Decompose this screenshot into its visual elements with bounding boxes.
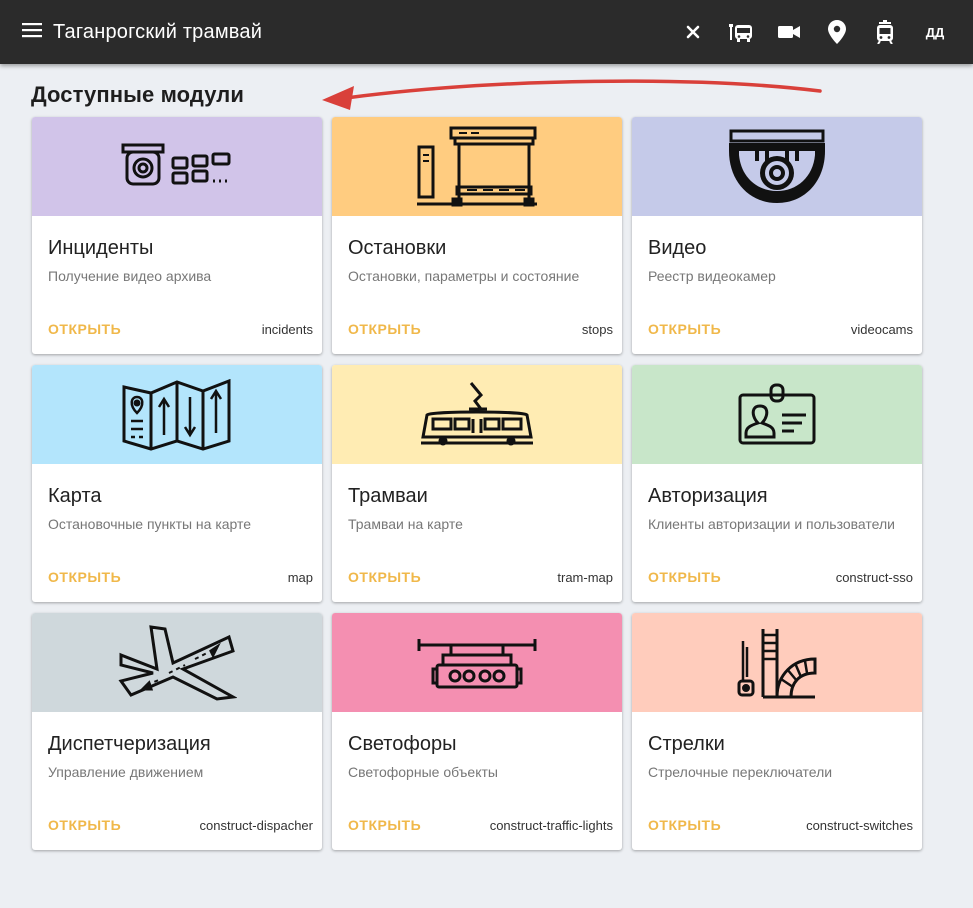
tram-toolbar-button[interactable] [861,8,909,56]
tram-stop-icon [729,24,752,42]
module-code: construct-sso [835,570,913,585]
bus-stop-icon [417,126,537,206]
card-media [32,365,322,464]
module-card-map: Карта Остановочные пункты на карте ОТКРЫ… [32,365,322,602]
module-code: construct-traffic-lights [489,818,613,833]
crossroads-icon [118,624,237,701]
module-code: tram-map [557,570,613,585]
card-title: Авторизация [648,485,768,507]
module-code: videocams [850,322,913,337]
video-camera-icon [778,26,800,38]
incidents-toolbar-button[interactable] [669,8,717,56]
module-card-trams: Трамваи Трамваи на карте ОТКРЫТЬ tram-ma… [332,365,622,602]
user-avatar[interactable]: ДД [911,8,959,56]
app-bar: Таганрогский трамвай ДД [0,0,973,64]
traffic-light-icon [417,638,537,688]
video-toolbar-button[interactable] [765,8,813,56]
card-subtitle: Трамваи на карте [348,516,463,532]
card-subtitle: Реестр видеокамер [648,268,776,284]
card-subtitle: Стрелочные переключатели [648,764,833,780]
card-media [332,365,622,464]
module-card-dispatching: Диспетчеризация Управление движением ОТК… [32,613,322,850]
module-code: construct-dispacher [199,818,313,833]
map-toolbar-button[interactable] [813,8,861,56]
tram-icon [877,20,893,44]
card-media [632,117,922,216]
open-button[interactable]: ОТКРЫТЬ [648,817,721,833]
card-subtitle: Светофорные объекты [348,764,498,780]
card-subtitle: Клиенты авторизации и пользователи [648,516,895,532]
toolbar-actions: ДД [669,0,959,64]
card-title: Стрелки [648,733,725,755]
incidents-camera-icon [121,143,231,185]
card-subtitle: Остановочные пункты на карте [48,516,252,532]
card-title: Трамваи [348,485,428,507]
open-button[interactable]: ОТКРЫТЬ [48,321,121,337]
module-code: map [287,570,313,585]
module-card-video: Видео Реестр видеокамер ОТКРЫТЬ videocam… [632,117,922,354]
open-button[interactable]: ОТКРЫТЬ [348,321,421,337]
id-badge-icon [738,383,816,444]
module-card-incidents: Инциденты Получение видео архива ОТКРЫТЬ… [32,117,322,354]
card-media [332,613,622,712]
close-icon [686,25,700,39]
card-media [32,117,322,216]
rail-switch-icon [737,628,817,698]
card-subtitle: Управление движением [48,764,204,780]
module-code: construct-switches [806,818,913,833]
map-pin-icon [828,20,846,44]
app-title: Таганрогский трамвай [53,20,263,43]
annotation-arrow [322,79,822,110]
card-media [32,613,322,712]
module-card-traffic-lights: Светофоры Светофорные объекты ОТКРЫТЬ co… [332,613,622,850]
open-button[interactable]: ОТКРЫТЬ [648,569,721,585]
open-button[interactable]: ОТКРЫТЬ [348,817,421,833]
folded-map-icon [122,378,231,451]
card-subtitle: Остановки, параметры и состояние [348,268,580,284]
card-title: Видео [648,237,707,259]
stops-toolbar-button[interactable] [717,8,765,56]
open-button[interactable]: ОТКРЫТЬ [348,569,421,585]
card-title: Остановки [348,237,447,259]
card-media [632,613,922,712]
card-title: Карта [48,485,102,507]
card-title: Диспетчеризация [48,733,211,755]
card-media [632,365,922,464]
module-card-switches: Стрелки Стрелочные переключатели ОТКРЫТЬ… [632,613,922,850]
card-title: Светофоры [348,733,457,755]
card-media [332,117,622,216]
open-button[interactable]: ОТКРЫТЬ [648,321,721,337]
module-code: stops [581,322,613,337]
open-button[interactable]: ОТКРЫТЬ [48,817,121,833]
tram-icon [421,381,533,445]
card-title: Инциденты [48,237,154,259]
module-code: incidents [261,322,313,337]
module-card-stops: Остановки Остановки, параметры и состоян… [332,117,622,354]
card-subtitle: Получение видео архива [48,268,212,284]
open-button[interactable]: ОТКРЫТЬ [48,569,121,585]
dome-camera-icon [729,129,825,203]
module-card-authorization: Авторизация Клиенты авторизации и пользо… [632,365,922,602]
menu-icon [22,22,42,43]
section-title: Доступные модули [31,82,245,107]
